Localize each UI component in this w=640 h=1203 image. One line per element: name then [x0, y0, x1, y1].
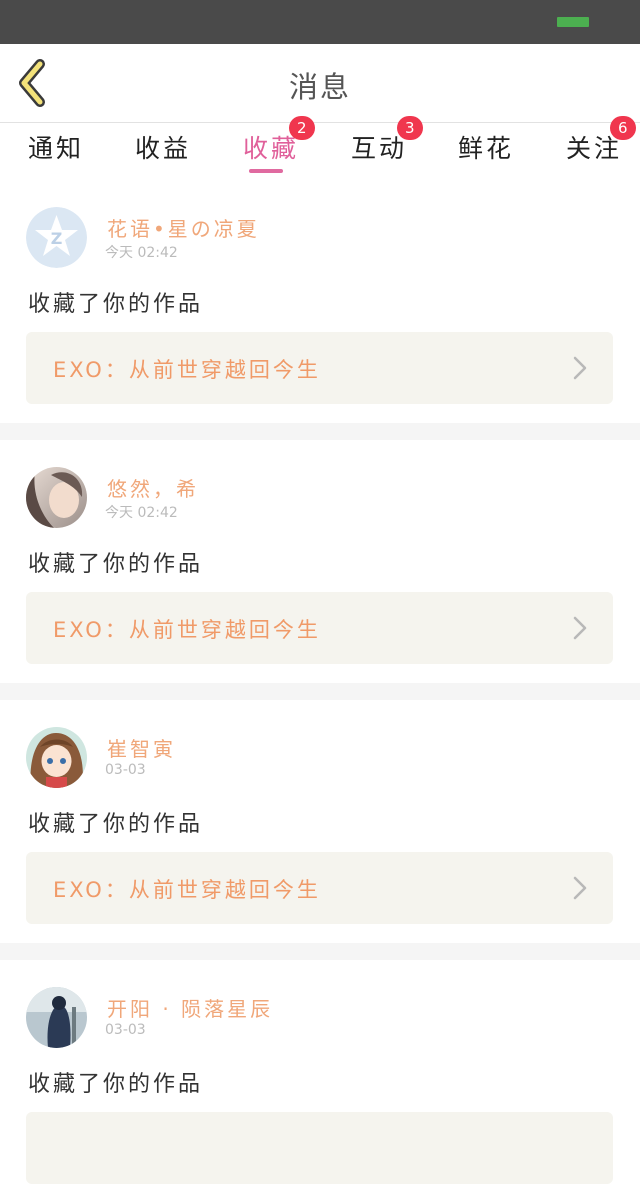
- username[interactable]: 花语•星の凉夏: [107, 213, 260, 242]
- work-link[interactable]: EXO：从前世穿越回今生: [26, 852, 613, 924]
- avatar[interactable]: [26, 727, 87, 788]
- avatar[interactable]: [26, 987, 87, 1048]
- anime-girl-avatar-icon: [26, 727, 87, 788]
- tab-earnings[interactable]: 收益: [135, 129, 191, 165]
- action-text: 收藏了你的作品: [28, 1072, 204, 1097]
- tab-flowers[interactable]: 鲜花: [458, 129, 514, 165]
- tab-notifications[interactable]: 通知: [28, 129, 84, 165]
- active-tab-indicator: [249, 169, 283, 173]
- work-title: EXO：从前世穿越回今生: [53, 618, 321, 642]
- chevron-right-icon: [573, 876, 587, 900]
- work-title: EXO：从前世穿越回今生: [53, 878, 321, 902]
- timestamp: 03-03: [105, 762, 146, 778]
- work-link[interactable]: EXO：从前世穿越回今生: [26, 592, 613, 664]
- nav-bar: 消息: [0, 44, 640, 123]
- work-link[interactable]: [26, 1112, 613, 1184]
- tab-bar: 通知 收益 收藏 2 互动 3 鲜花 关注 6: [0, 116, 640, 175]
- page-title: 消息: [288, 70, 351, 104]
- girl-photo-avatar-icon: [26, 467, 87, 528]
- status-bar: [0, 0, 640, 44]
- divider: [0, 683, 640, 700]
- list-item: 崔智寅 03-03 收藏了你的作品 EXO：从前世穿越回今生: [0, 700, 640, 943]
- action-text: 收藏了你的作品: [28, 812, 204, 837]
- username[interactable]: 崔智寅: [107, 733, 176, 762]
- avatar[interactable]: Z: [26, 207, 87, 268]
- list-item: 悠然，希 今天 02:42 收藏了你的作品 EXO：从前世穿越回今生: [0, 440, 640, 683]
- battery-icon: [557, 17, 589, 27]
- username[interactable]: 开阳 · 陨落星辰: [107, 993, 273, 1022]
- chevron-right-icon: [573, 356, 587, 380]
- work-link[interactable]: EXO：从前世穿越回今生: [26, 332, 613, 404]
- list-item: 开阳 · 陨落星辰 03-03 收藏了你的作品: [0, 960, 640, 1203]
- chevron-right-icon: [573, 616, 587, 640]
- action-text: 收藏了你的作品: [28, 292, 204, 317]
- avatar[interactable]: [26, 467, 87, 528]
- divider: [0, 423, 640, 440]
- tab-favorites-badge: 2: [289, 116, 315, 140]
- timestamp: 今天 02:42: [105, 245, 178, 261]
- tab-follows-badge: 6: [610, 116, 636, 140]
- photo-avatar-icon: [26, 987, 87, 1048]
- list-item: Z 花语•星の凉夏 今天 02:42 收藏了你的作品 EXO：从前世穿越回今生: [0, 180, 640, 423]
- svg-text:Z: Z: [51, 229, 63, 248]
- timestamp: 今天 02:42: [105, 505, 178, 521]
- work-title: EXO：从前世穿越回今生: [53, 358, 321, 382]
- timestamp: 03-03: [105, 1022, 146, 1038]
- tab-interactions-badge: 3: [397, 116, 423, 140]
- action-text: 收藏了你的作品: [28, 552, 204, 577]
- qq-default-star-avatar-icon: Z: [26, 207, 87, 268]
- divider: [0, 943, 640, 960]
- username[interactable]: 悠然，希: [107, 473, 199, 502]
